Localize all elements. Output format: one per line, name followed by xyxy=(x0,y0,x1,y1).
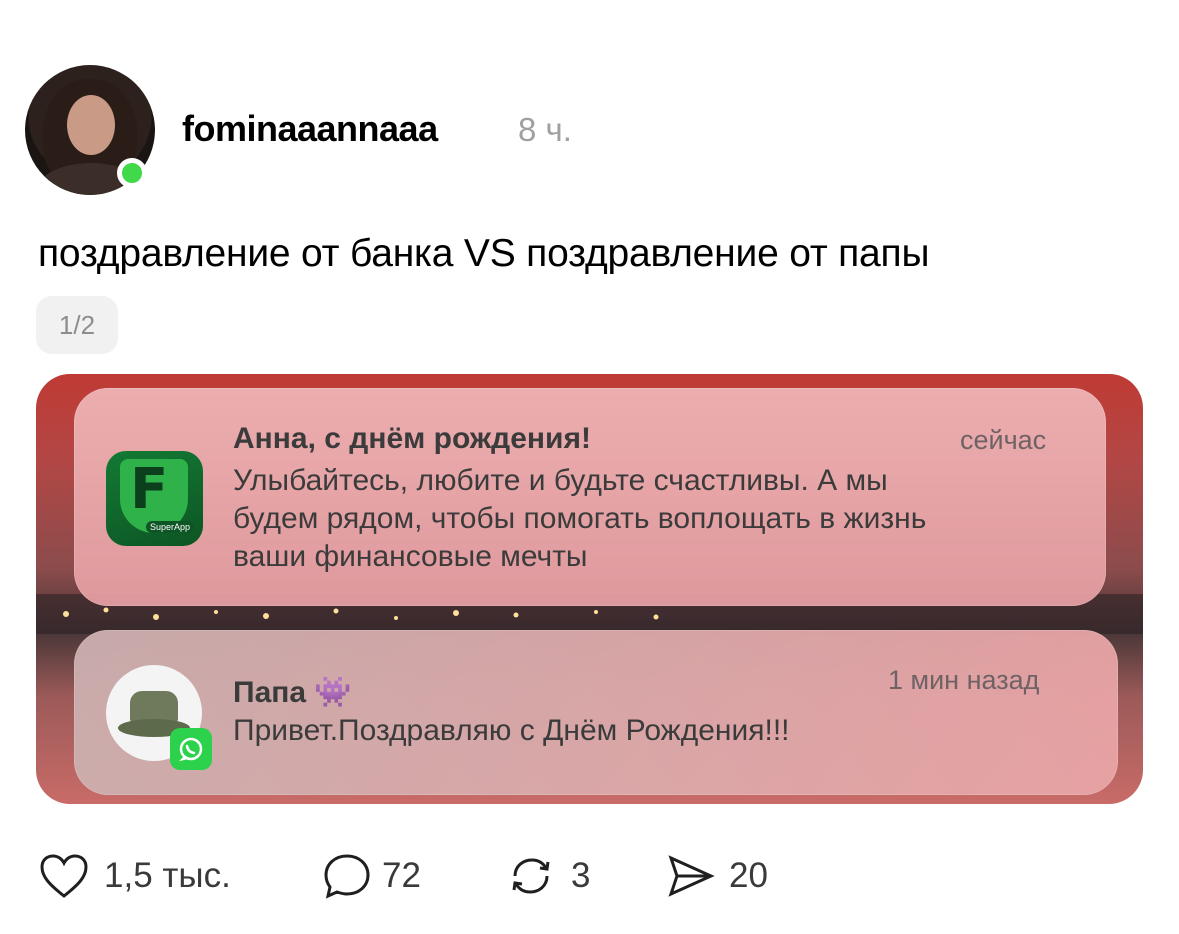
bank-notification-time: сейчас xyxy=(960,425,1047,455)
dad-notification-title: Папа 👾 xyxy=(233,676,352,709)
dad-notification-time: 1 мин назад xyxy=(888,665,1040,695)
share-count: 20 xyxy=(729,856,768,895)
send-icon xyxy=(668,855,715,897)
whatsapp-icon xyxy=(170,728,212,770)
post-text: поздравление от банка VS поздравление от… xyxy=(38,232,930,275)
like-count: 1,5 тыс. xyxy=(104,856,231,895)
repost-button[interactable]: 3 xyxy=(505,852,590,900)
post-time: 8 ч. xyxy=(518,111,572,148)
author-username[interactable]: fominaaannaaa xyxy=(182,108,438,150)
online-status-indicator xyxy=(117,158,147,188)
bank-app-icon: F SuperApp xyxy=(106,451,203,546)
share-button[interactable]: 20 xyxy=(665,852,768,900)
heart-icon xyxy=(40,854,88,898)
comment-icon xyxy=(324,854,370,899)
bank-notification-body-line-3: ваши финансовые мечты xyxy=(233,540,588,573)
bank-notification-body-line-2: будем рядом, чтобы помогать воплощать в … xyxy=(233,502,927,535)
comment-count: 72 xyxy=(382,856,421,895)
bank-app-icon-label: SuperApp xyxy=(146,521,195,533)
dad-notification-body: Привет.Поздравляю с Днём Рождения!!! xyxy=(233,714,790,747)
comment-button[interactable]: 72 xyxy=(322,852,421,900)
repost-count: 3 xyxy=(571,856,591,895)
image-page-indicator: 1/2 xyxy=(36,296,118,354)
bank-notification-body-line-1: Улыбайтесь, любите и будьте счастливы. А… xyxy=(233,464,888,497)
like-button[interactable]: 1,5 тыс. xyxy=(38,852,231,900)
repost-icon xyxy=(512,858,550,894)
bank-notification-title: Анна, с днём рождения! xyxy=(233,422,591,455)
